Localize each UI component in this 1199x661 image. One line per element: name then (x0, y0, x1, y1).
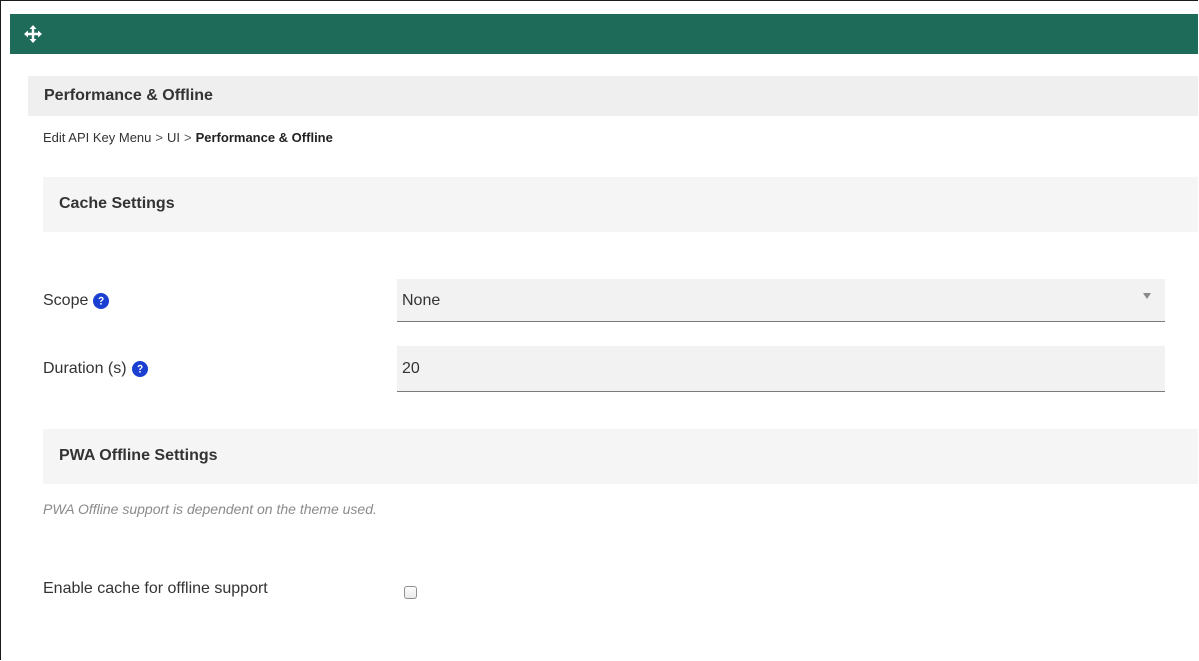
scope-select[interactable]: None (397, 279, 1165, 322)
breadcrumb: Edit API Key Menu > UI > Performance & Offli… (43, 130, 333, 145)
toolbar (10, 14, 1198, 54)
scope-select-value: None (402, 292, 441, 309)
breadcrumb-item-edit-api-key-menu[interactable]: Edit API Key Menu (43, 130, 151, 145)
section-title-cache-settings: Cache Settings (59, 195, 175, 212)
breadcrumb-separator: > (155, 130, 163, 145)
question-circle-icon[interactable] (93, 293, 110, 309)
duration-label-row: Duration (s) (43, 360, 148, 378)
scope-label: Scope (43, 292, 89, 309)
app-frame: Performance & Offline Edit API Key Menu >… (0, 0, 1198, 660)
breadcrumb-item-ui[interactable]: UI (167, 130, 180, 145)
question-circle-icon[interactable] (131, 361, 148, 377)
section-title-pwa-offline-settings: PWA Offline Settings (59, 447, 218, 464)
breadcrumb-separator: > (184, 130, 192, 145)
offline-cache-label-row: Enable cache for offline support (43, 580, 268, 598)
chevron-down-icon (1143, 293, 1151, 299)
pwa-offline-note: PWA Offline support is dependent on the … (43, 501, 377, 517)
page-title: Performance & Offline (44, 87, 213, 104)
offline-cache-label: Enable cache for offline support (43, 580, 268, 597)
panel-header: Performance & Offline (28, 76, 1198, 116)
move-icon[interactable] (23, 24, 43, 44)
duration-label: Duration (s) (43, 360, 127, 377)
cache-settings-header: Cache Settings (43, 177, 1198, 232)
breadcrumb-current: Performance & Offline (195, 130, 333, 145)
offline-cache-checkbox[interactable] (404, 586, 417, 599)
pwa-offline-settings-header: PWA Offline Settings (43, 429, 1198, 484)
scope-label-row: Scope (43, 292, 110, 310)
duration-input[interactable] (397, 346, 1165, 392)
